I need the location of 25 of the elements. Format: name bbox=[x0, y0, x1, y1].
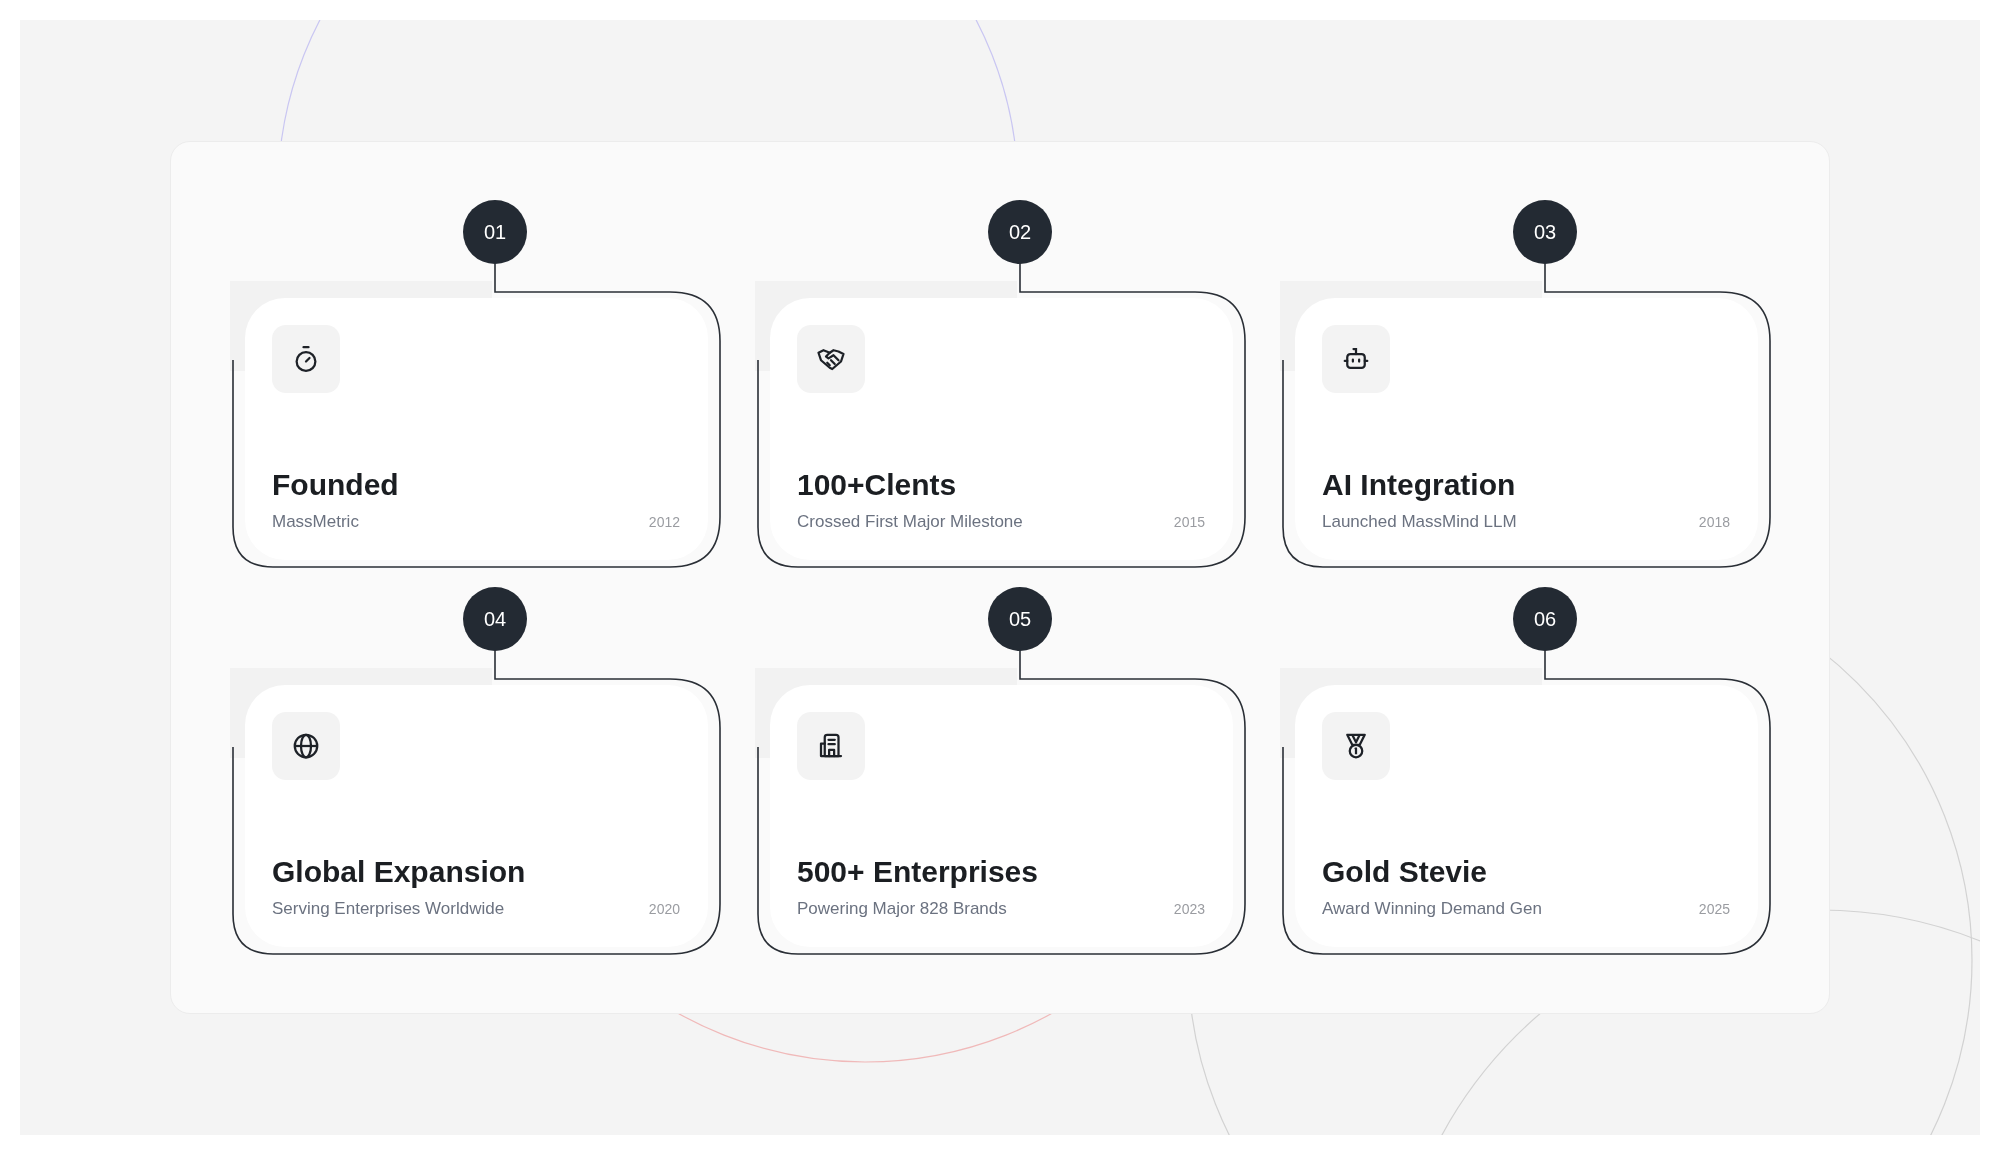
step-number-badge: 02 bbox=[988, 200, 1052, 264]
milestone-year: 2012 bbox=[648, 514, 680, 530]
step-number-badge: 05 bbox=[988, 587, 1052, 651]
step-number-badge: 01 bbox=[463, 200, 527, 264]
milestone-subtitle: Crossed First Major Milestone bbox=[797, 512, 1023, 532]
milestone-year: 2025 bbox=[1698, 901, 1730, 917]
milestone-title: Founded bbox=[272, 468, 400, 502]
milestone-year: 2018 bbox=[1698, 514, 1730, 530]
step-number-badge: 04 bbox=[463, 587, 527, 651]
milestone-year: 2020 bbox=[648, 901, 680, 917]
milestone-title: Global Expansion bbox=[272, 855, 527, 889]
milestone-subtitle: Powering Major 828 Brands bbox=[797, 899, 1007, 919]
milestone-title: AI Integration bbox=[1322, 468, 1517, 502]
milestone-year: 2023 bbox=[1173, 901, 1205, 917]
milestone-title: 500+ Enterprises bbox=[797, 855, 1039, 889]
milestone-subtitle: Launched MassMind LLM bbox=[1322, 512, 1517, 532]
milestone-subtitle: MassMetric bbox=[272, 512, 359, 532]
milestone-year: 2015 bbox=[1173, 514, 1205, 530]
milestone-subtitle: Award Winning Demand Gen bbox=[1322, 899, 1542, 919]
step-number-badge: 03 bbox=[1513, 200, 1577, 264]
step-number-badge: 06 bbox=[1513, 587, 1577, 651]
milestone-subtitle: Serving Enterprises Worldwide bbox=[272, 899, 505, 919]
milestone-title: 100+Clents bbox=[797, 468, 958, 502]
globe-icon bbox=[291, 731, 321, 761]
milestone-title: Gold Stevie bbox=[1322, 855, 1489, 889]
